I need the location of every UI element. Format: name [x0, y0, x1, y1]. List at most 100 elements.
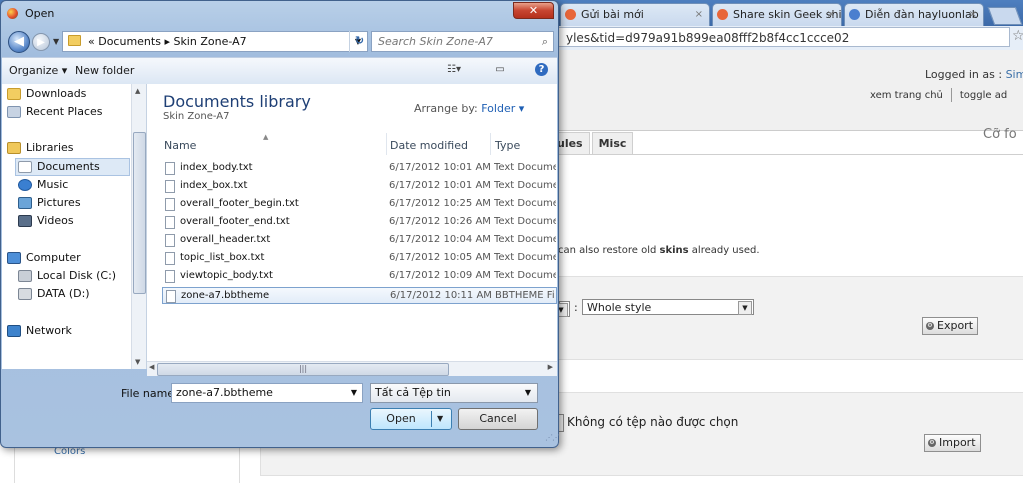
file-row[interactable]: overall_footer_begin.txt 6/17/2012 10:25 … — [162, 196, 557, 213]
export-type-select[interactable]: ▼ — [554, 301, 570, 317]
column-header-date[interactable]: Date modified — [390, 139, 468, 152]
chrome-icon — [7, 8, 18, 19]
recent-places-icon — [7, 106, 21, 118]
column-header-name[interactable]: Name — [164, 139, 196, 152]
import-button[interactable]: ⚙ Import — [924, 434, 981, 452]
page-favicon — [717, 9, 728, 20]
gear-icon: ⚙ — [926, 322, 934, 330]
font-size-label: Cỡ fo — [983, 127, 1017, 142]
videos-icon — [18, 215, 32, 227]
cancel-button[interactable]: Cancel — [458, 408, 538, 430]
no-file-label: Không có tệp nào được chọn — [567, 415, 739, 429]
export-button[interactable]: ⚙ Export — [922, 317, 979, 335]
address-breadcrumb[interactable]: « Documents ▸ Skin Zone-A7 ▼ — [62, 31, 368, 52]
nav-computer[interactable]: Computer — [5, 250, 81, 266]
scroll-right-icon[interactable]: ▶ — [548, 363, 553, 371]
scrollbar-thumb[interactable] — [133, 132, 146, 294]
library-subtitle: Skin Zone-A7 — [163, 111, 230, 122]
sort-ascending-icon: ▲ — [263, 133, 269, 141]
browser-tab-forum[interactable]: Diễn đàn hayluonlab × — [844, 3, 984, 26]
organize-menu[interactable]: Organize ▾ — [9, 64, 67, 77]
home-link[interactable]: xem trang chủ — [870, 90, 943, 101]
page-favicon — [849, 9, 860, 20]
tab-misc[interactable]: Misc — [591, 132, 634, 155]
horizontal-scrollbar[interactable]: ◀ ||| ▶ — [147, 361, 557, 376]
file-icon — [166, 290, 176, 303]
file-row[interactable]: index_body.txt 6/17/2012 10:01 AM Text Doc… — [162, 160, 557, 177]
divider — [386, 133, 387, 155]
nav-recent-places[interactable]: Recent Places — [5, 104, 103, 120]
admin-tabs: ules Misc — [552, 132, 635, 155]
nav-libraries[interactable]: Libraries — [5, 140, 74, 156]
preview-pane-icon[interactable]: ▭ — [491, 62, 509, 78]
file-name-label: File name: — [121, 387, 178, 400]
nav-documents[interactable]: Documents — [15, 158, 130, 176]
separator-colon: : — [574, 301, 578, 314]
username-link[interactable]: Sim — [1006, 68, 1023, 81]
dialog-title: Open — [25, 7, 55, 20]
file-row[interactable]: overall_header.txt 6/17/2012 10:04 AM Text… — [162, 232, 557, 249]
divider — [490, 133, 491, 155]
nav-network[interactable]: Network — [5, 323, 72, 339]
text-file-icon — [165, 180, 175, 193]
nav-music[interactable]: Music — [16, 177, 68, 193]
arrange-by-dropdown[interactable]: Folder ▾ — [481, 102, 524, 115]
export-scope-select[interactable]: Whole style ▼ — [582, 299, 754, 315]
bookmark-star-icon[interactable]: ☆ — [1012, 28, 1023, 44]
view-options-icon[interactable]: ☷▾ — [445, 62, 463, 78]
chevron-down-icon[interactable]: ▼ — [351, 384, 357, 402]
recent-locations-dropdown[interactable]: ▼ — [53, 37, 59, 46]
library-title: Documents library — [163, 92, 311, 111]
divider — [552, 154, 1023, 155]
back-button[interactable]: ◀ — [8, 31, 30, 53]
text-file-icon — [165, 198, 175, 211]
nav-videos[interactable]: Videos — [16, 213, 74, 229]
hard-drive-icon — [18, 270, 32, 282]
arrange-by[interactable]: Arrange by: Folder ▾ — [414, 102, 524, 115]
text-file-icon — [165, 270, 175, 283]
scroll-down-icon[interactable]: ▼ — [135, 358, 140, 366]
scroll-up-icon[interactable]: ▲ — [135, 87, 140, 95]
network-icon — [7, 325, 21, 337]
gear-icon: ⚙ — [928, 439, 936, 447]
forward-button[interactable]: ▶ — [32, 33, 50, 51]
nav-pictures[interactable]: Pictures — [16, 195, 81, 211]
search-icon[interactable]: ⌕ — [542, 32, 548, 51]
file-row[interactable]: viewtopic_body.txt 6/17/2012 10:09 AM Text… — [162, 268, 557, 285]
address-bar[interactable]: yles&tid=d979a91b899ea08fff2b8f4cc1ccce0… — [555, 27, 1010, 47]
file-row[interactable]: topic_list_box.txt 6/17/2012 10:05 AM Text… — [162, 250, 557, 267]
music-icon — [18, 179, 32, 191]
close-tab-icon[interactable]: × — [969, 4, 977, 26]
browser-tab-share-skin[interactable]: Share skin Geek shiel × — [712, 3, 842, 26]
close-button[interactable]: ✕ — [513, 2, 554, 19]
toggle-admin-link[interactable]: toggle ad — [960, 90, 1007, 101]
hard-drive-icon — [18, 288, 32, 300]
close-tab-icon[interactable]: × — [827, 4, 835, 26]
resize-grip-icon[interactable]: ⋰⋰ — [545, 433, 560, 442]
description-text: can also restore old skins already used. — [558, 245, 760, 256]
chevron-down-icon: ▼ — [524, 388, 531, 397]
file-type-select[interactable]: Tất cả Tệp tin ▼ — [370, 383, 538, 403]
nav-local-disk[interactable]: Local Disk (C:) — [16, 268, 116, 284]
open-options-dropdown[interactable]: ▼ — [437, 409, 443, 429]
file-row[interactable]: overall_footer_end.txt 6/17/2012 10:26 AM… — [162, 214, 557, 231]
search-input[interactable]: Search Skin Zone-A7 ⌕ — [371, 31, 554, 52]
scroll-left-icon[interactable]: ◀ — [149, 363, 154, 371]
scrollbar-thumb[interactable]: ||| — [157, 363, 449, 376]
file-row-selected[interactable]: zone-a7.bbtheme 6/17/2012 10:11 AM BBTHEME… — [162, 287, 557, 304]
file-row[interactable]: index_box.txt 6/17/2012 10:01 AM Text Docu… — [162, 178, 557, 195]
divider — [950, 88, 952, 102]
refresh-button[interactable]: ↻ — [349, 31, 369, 52]
help-icon[interactable]: ? — [535, 63, 548, 76]
browser-tab-reply[interactable]: Gửi bài mới × — [560, 3, 710, 26]
new-folder-button[interactable]: New folder — [75, 64, 134, 77]
tab-title: Gửi bài mới — [581, 8, 644, 21]
column-header-type[interactable]: Type — [495, 139, 520, 152]
nav-scrollbar[interactable]: ▲ ▼ — [131, 84, 146, 369]
close-tab-icon[interactable]: × — [695, 4, 703, 26]
file-name-input[interactable]: zone-a7.bbtheme ▼ — [171, 383, 363, 403]
nav-downloads[interactable]: Downloads — [5, 86, 86, 102]
text-file-icon — [165, 216, 175, 229]
nav-data-drive[interactable]: DATA (D:) — [16, 286, 90, 302]
open-button[interactable]: Open ▼ — [370, 408, 452, 430]
